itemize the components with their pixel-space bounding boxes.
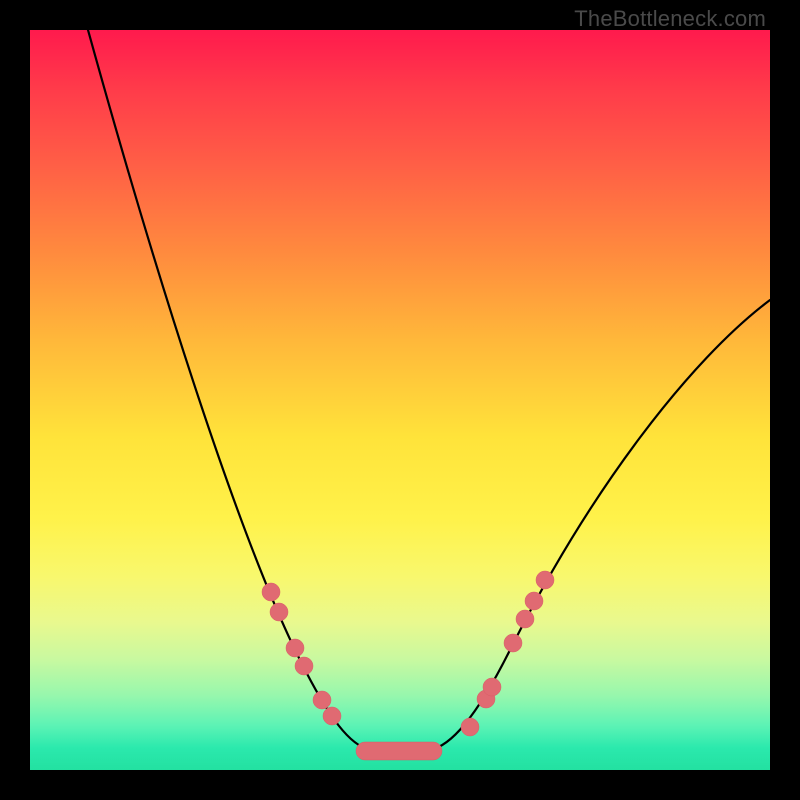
curve-marker-left (270, 603, 288, 621)
curve-marker-left (323, 707, 341, 725)
curve-marker-right (461, 718, 479, 736)
bottleneck-curve (88, 30, 770, 750)
curve-marker-left (295, 657, 313, 675)
curve-marker-right (516, 610, 534, 628)
curve-marker-left (313, 691, 331, 709)
curve-marker-right (536, 571, 554, 589)
plot-area (30, 30, 770, 770)
curve-marker-left (286, 639, 304, 657)
chart-frame: TheBottleneck.com (0, 0, 800, 800)
curve-marker-right (525, 592, 543, 610)
watermark-text: TheBottleneck.com (574, 6, 766, 32)
curve-marker-right (483, 678, 501, 696)
curve-flat-segment (356, 742, 442, 760)
curve-marker-left (262, 583, 280, 601)
curve-marker-right (504, 634, 522, 652)
curve-svg (30, 30, 770, 770)
